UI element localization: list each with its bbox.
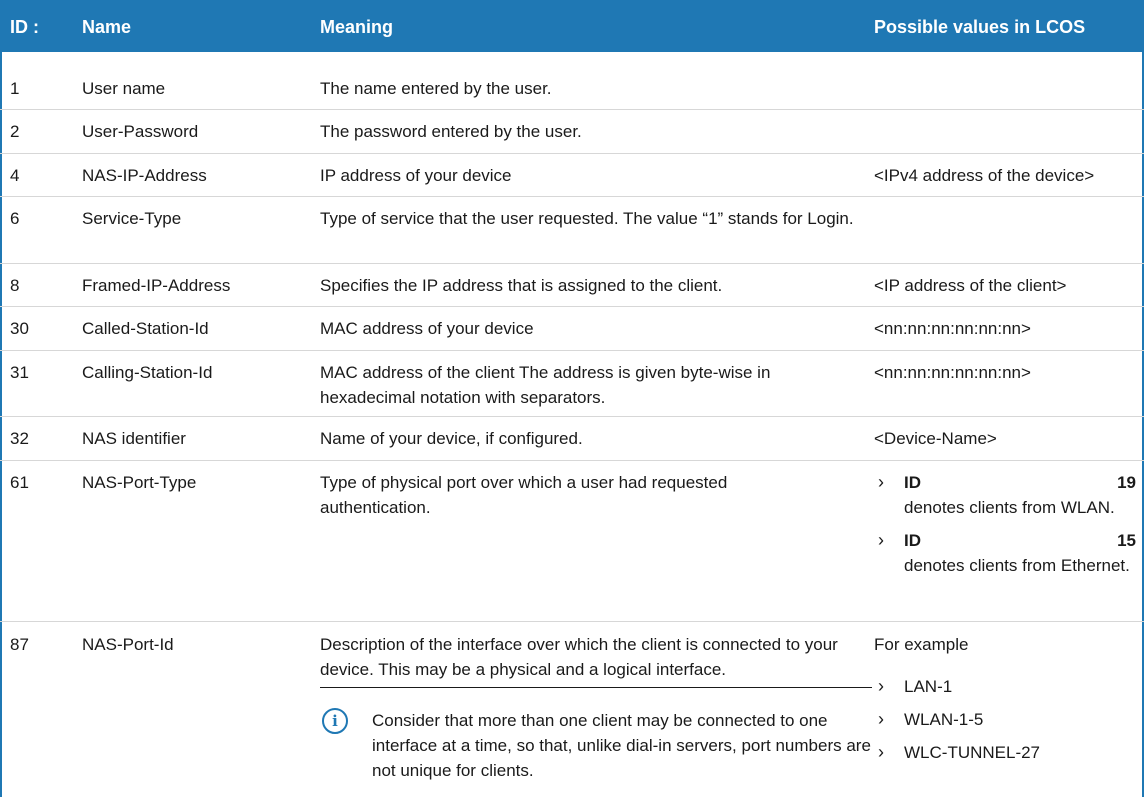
row-values: <nn:nn:nn:nn:nn:nn>	[874, 363, 1031, 382]
row-id: 2	[10, 122, 20, 141]
header-meaning: Meaning	[320, 17, 394, 37]
row-meaning: Description of the interface over which …	[320, 635, 838, 679]
row-meaning: Specifies the IP address that is assigne…	[320, 276, 723, 295]
row-name: Service-Type	[82, 209, 182, 228]
list-item: › ID 15 denotes clients from Ethernet.	[874, 528, 1136, 578]
row-name: Calling-Station-Id	[82, 363, 213, 382]
row-name: Called-Station-Id	[82, 319, 209, 338]
row-meaning: MAC address of the client The address is…	[320, 363, 771, 407]
row-values: <nn:nn:nn:nn:nn:nn>	[874, 319, 1031, 338]
list-item-text: LAN-1	[904, 677, 953, 696]
row-name: User name	[82, 79, 166, 98]
list-item-key: ID 19	[904, 473, 1136, 492]
row-id: 30	[10, 319, 29, 338]
list-item: › ID 19 denotes clients from WLAN.	[874, 470, 1136, 520]
row-values: <IP address of the client>	[874, 276, 1067, 295]
row-divider	[0, 460, 1144, 461]
row-id: 32	[10, 429, 29, 448]
values-intro: For example	[874, 635, 969, 654]
row-id: 87	[10, 635, 29, 654]
row-divider	[0, 306, 1144, 307]
row-divider	[0, 263, 1144, 264]
row-divider	[0, 196, 1144, 197]
row-name: NAS-Port-Type	[82, 473, 197, 492]
table-header: ID : Name Meaning Possible values in LCO…	[0, 4, 1144, 52]
meaning-underline	[320, 687, 872, 688]
list-item: › WLAN-1-5	[874, 707, 1136, 732]
row-id: 4	[10, 166, 20, 185]
row-meaning: MAC address of your device	[320, 319, 534, 338]
row-id: 61	[10, 473, 29, 492]
row-id: 1	[10, 79, 20, 98]
row-divider	[0, 350, 1144, 351]
row-divider	[0, 621, 1144, 622]
row-meaning: Type of physical port over which a user …	[320, 473, 728, 517]
chevron-right-icon: ›	[878, 709, 884, 729]
row-name: NAS-Port-Id	[82, 635, 174, 654]
row-name: User-Password	[82, 122, 199, 141]
row-meaning: Name of your device, if configured.	[320, 429, 583, 448]
header-values: Possible values in LCOS	[874, 17, 1086, 37]
list-item-text: denotes clients from Ethernet.	[904, 556, 1130, 575]
info-note: Consider that more than one client may b…	[372, 711, 871, 780]
row-name: NAS identifier	[82, 429, 186, 448]
row-divider	[0, 109, 1144, 110]
header-name: Name	[82, 17, 132, 37]
values-list: › ID 19 denotes clients from WLAN. › ID …	[874, 470, 1136, 586]
chevron-right-icon: ›	[878, 530, 884, 550]
row-id: 8	[10, 276, 20, 295]
row-name: Framed-IP-Address	[82, 276, 231, 295]
chevron-right-icon: ›	[878, 676, 884, 696]
list-item-text: denotes clients from WLAN.	[904, 498, 1115, 517]
values-list: › LAN-1 › WLAN-1-5 › WLC-TUNNEL-27	[874, 674, 1136, 773]
list-item: › WLC-TUNNEL-27	[874, 740, 1136, 765]
list-item-text: WLAN-1-5	[904, 710, 984, 729]
row-values: <Device-Name>	[874, 429, 997, 448]
row-divider	[0, 416, 1144, 417]
row-meaning: Type of service that the user requested.…	[320, 209, 854, 228]
row-id: 31	[10, 363, 29, 382]
row-id: 6	[10, 209, 20, 228]
row-meaning: The name entered by the user.	[320, 79, 552, 98]
row-values: <IPv4 address of the device>	[874, 166, 1095, 185]
list-item-key: ID 15	[904, 531, 1136, 550]
list-item-text: WLC-TUNNEL-27	[904, 743, 1041, 762]
row-meaning: The password entered by the user.	[320, 122, 582, 141]
list-item: › LAN-1	[874, 674, 1136, 699]
info-icon: i	[322, 708, 348, 734]
header-id: ID :	[10, 17, 39, 37]
row-name: NAS-IP-Address	[82, 166, 207, 185]
chevron-right-icon: ›	[878, 742, 884, 762]
chevron-right-icon: ›	[878, 472, 884, 492]
row-meaning: IP address of your device	[320, 166, 512, 185]
row-divider	[0, 153, 1144, 154]
